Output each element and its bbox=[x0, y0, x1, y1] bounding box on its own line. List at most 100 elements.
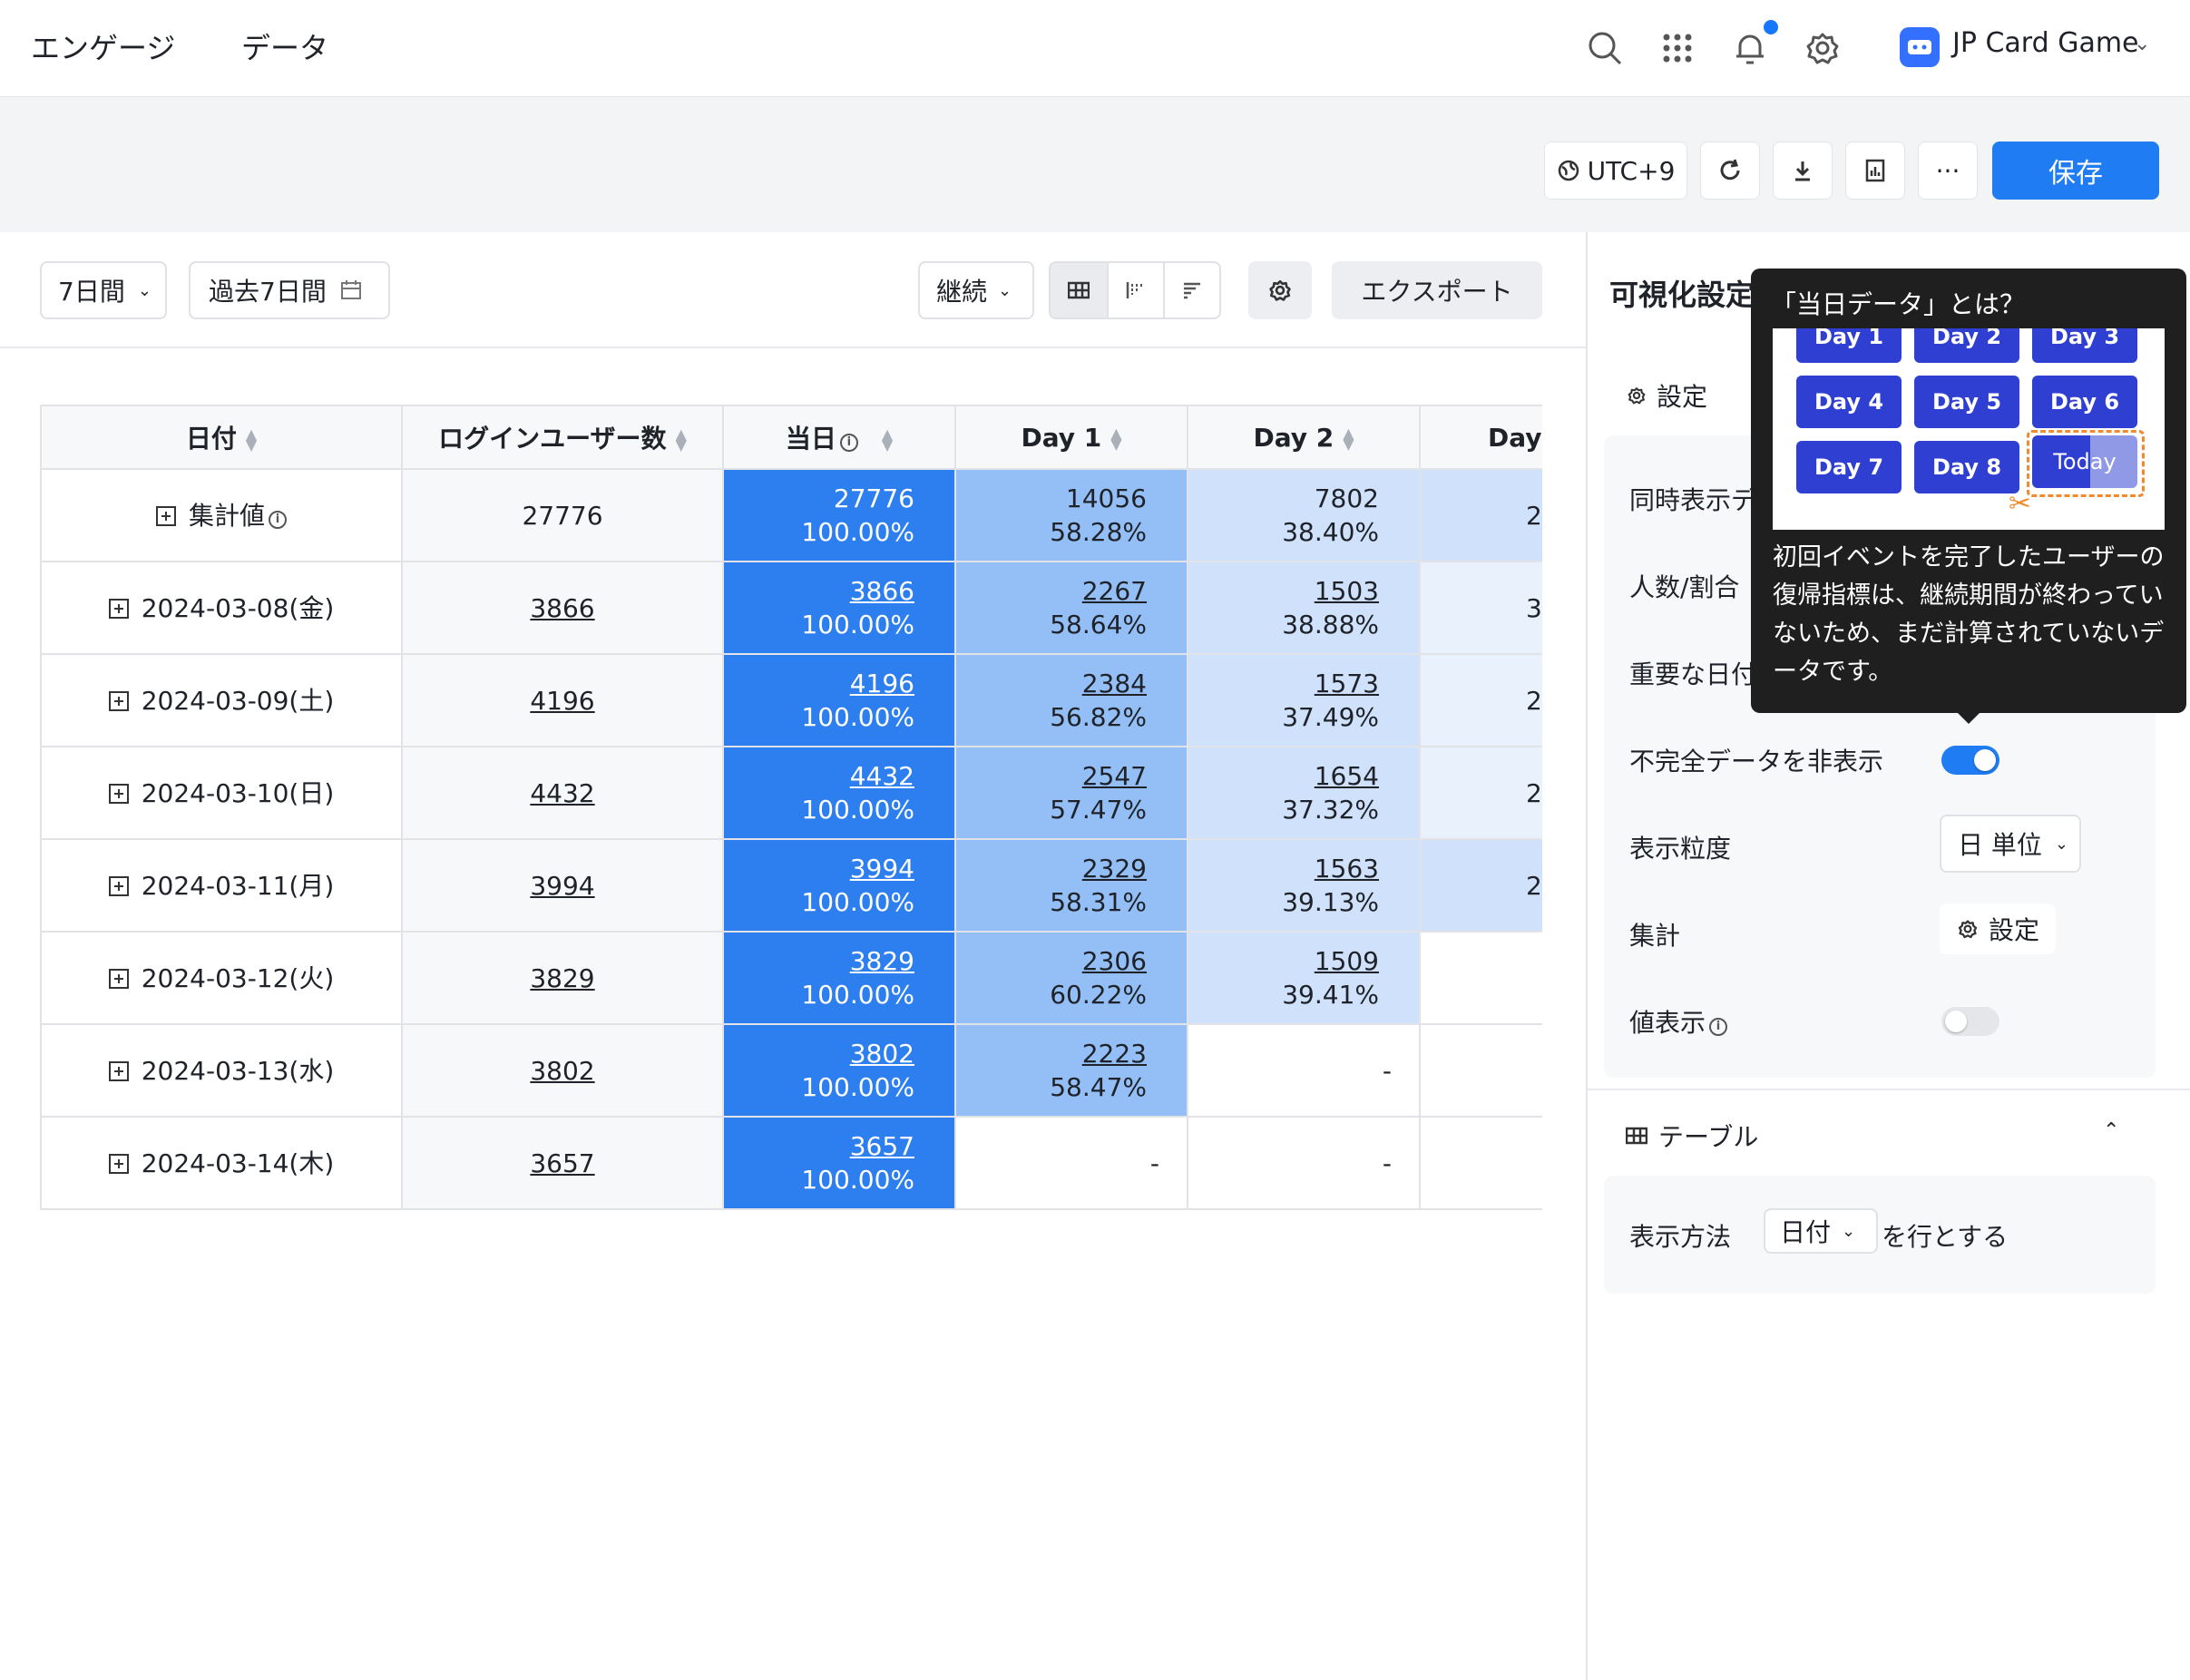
bell-icon[interactable] bbox=[1729, 27, 1771, 69]
day2-cell[interactable]: 1573 37.49% bbox=[1187, 653, 1421, 747]
day3-cell bbox=[1419, 1023, 1542, 1118]
chevron-down-icon[interactable]: ⌄ bbox=[2134, 33, 2150, 55]
expand-icon[interactable] bbox=[108, 1153, 129, 1174]
day-box: Day 7 bbox=[1796, 441, 1902, 493]
download-icon bbox=[1795, 161, 1810, 181]
download-button[interactable] bbox=[1773, 142, 1833, 200]
hide-incomplete-label: 不完全データを非表示 bbox=[1629, 747, 1884, 777]
range-value: 7日間 bbox=[58, 277, 125, 307]
export-button[interactable]: エクスポート bbox=[1332, 261, 1542, 319]
chevron-up-icon[interactable]: ⌃ bbox=[2103, 1119, 2119, 1142]
nav-engage[interactable]: エンゲージ bbox=[31, 25, 175, 67]
mode-select[interactable]: 継続 ⌄ bbox=[918, 261, 1034, 319]
chevron-down-icon: ⌄ bbox=[1842, 1221, 1856, 1241]
refresh-button[interactable] bbox=[1700, 142, 1760, 200]
date-picker[interactable]: 過去7日間 bbox=[189, 261, 390, 319]
retention-table-wrapper[interactable]: 日付 ▲ ▼ ログインユーザー数 ▲ ▼ 当日 i ▲ ▼ Day 1 ▲ ▼ Day 2 ▲ ▼ D… bbox=[40, 405, 1542, 1212]
waterfall-view-icon[interactable] bbox=[1163, 263, 1219, 317]
column-header-day0[interactable]: 当日 i ▲ ▼ bbox=[722, 405, 956, 470]
day0-cell[interactable]: 4196 100.00% bbox=[722, 653, 956, 747]
timezone-button[interactable]: UTC+9 bbox=[1544, 142, 1687, 200]
info-icon[interactable]: i bbox=[839, 434, 858, 452]
day1-cell[interactable]: 2329 58.31% bbox=[954, 838, 1188, 933]
column-header-day1[interactable]: Day 1 ▲ ▼ bbox=[954, 405, 1188, 470]
row-users-cell[interactable]: 4432 bbox=[401, 746, 724, 840]
gear-icon[interactable] bbox=[1802, 27, 1843, 69]
display-method-select[interactable]: 日付 ⌄ bbox=[1764, 1208, 1878, 1254]
divider bbox=[0, 347, 1586, 348]
table-row: 2024-03-11(月) 3994 3994 100.00% 2329 58.31% 15… bbox=[40, 838, 1542, 933]
date-value: 過去7日間 bbox=[209, 277, 327, 307]
day1-cell[interactable]: 2547 57.47% bbox=[954, 746, 1188, 840]
project-name[interactable]: JP Card Game bbox=[1952, 27, 2139, 59]
expand-icon[interactable] bbox=[155, 505, 176, 526]
day0-cell[interactable]: 3994 100.00% bbox=[722, 838, 956, 933]
gear-icon bbox=[1958, 920, 1978, 939]
row-date-cell[interactable]: 2024-03-13(水) bbox=[40, 1023, 403, 1118]
total-day1-cell: 14056 58.28% bbox=[954, 468, 1188, 562]
expand-icon[interactable] bbox=[108, 875, 129, 896]
row-users-cell[interactable]: 3829 bbox=[401, 931, 724, 1025]
day2-cell[interactable]: 1654 37.32% bbox=[1187, 746, 1421, 840]
row-date-cell[interactable]: 2024-03-10(日) bbox=[40, 746, 403, 840]
day0-cell[interactable]: 3829 100.00% bbox=[722, 931, 956, 1025]
expand-icon[interactable] bbox=[108, 598, 129, 619]
day-box: Day 3 bbox=[2032, 328, 2137, 363]
table-row: 2024-03-10(日) 4432 4432 100.00% 2547 57.47% 16… bbox=[40, 746, 1542, 840]
expand-icon[interactable] bbox=[108, 1060, 129, 1081]
row-users-cell[interactable]: 3802 bbox=[401, 1023, 724, 1118]
row-users-cell[interactable]: 3994 bbox=[401, 838, 724, 933]
display-method-label: 表示方法 bbox=[1629, 1222, 1732, 1252]
main-panel: 7日間 ⌄ 過去7日間 継続 ⌄ エクスポート 日付 ▲ ▼ ログインユーザー数… bbox=[0, 232, 1586, 1680]
divider bbox=[1588, 1089, 2190, 1090]
day0-cell[interactable]: 4432 100.00% bbox=[722, 746, 956, 840]
more-button[interactable]: ··· bbox=[1918, 142, 1978, 200]
aggregate-settings-button[interactable]: 設定 bbox=[1940, 903, 2056, 954]
expand-icon[interactable] bbox=[108, 968, 129, 989]
apps-grid-icon[interactable] bbox=[1657, 27, 1698, 69]
search-icon[interactable] bbox=[1584, 27, 1626, 69]
show-values-toggle[interactable] bbox=[1941, 1007, 1999, 1036]
row-date-cell[interactable]: 2024-03-09(土) bbox=[40, 653, 403, 747]
day1-cell[interactable]: 2223 58.47% bbox=[954, 1023, 1188, 1118]
day0-cell[interactable]: 3802 100.00% bbox=[722, 1023, 956, 1118]
column-header-users[interactable]: ログインユーザー数 ▲ ▼ bbox=[401, 405, 724, 470]
column-header-date[interactable]: 日付 ▲ ▼ bbox=[40, 405, 403, 470]
day2-cell[interactable]: 1503 38.88% bbox=[1187, 561, 1421, 655]
gear-icon bbox=[1628, 387, 1646, 405]
day1-cell[interactable]: 2384 56.82% bbox=[954, 653, 1188, 747]
expand-icon[interactable] bbox=[108, 690, 129, 711]
range-select[interactable]: 7日間 ⌄ bbox=[40, 261, 167, 319]
save-button[interactable]: 保存 bbox=[1992, 142, 2159, 200]
granularity-select[interactable]: 日 単位 ⌄ bbox=[1940, 815, 2081, 873]
day1-cell[interactable]: 2267 58.64% bbox=[954, 561, 1188, 655]
report-button[interactable] bbox=[1845, 142, 1905, 200]
row-date-cell[interactable]: 2024-03-11(月) bbox=[40, 838, 403, 933]
day0-cell[interactable]: 3657 100.00% bbox=[722, 1116, 956, 1210]
table-view-icon[interactable] bbox=[1051, 263, 1107, 317]
table-settings-button[interactable] bbox=[1248, 261, 1312, 319]
day2-cell[interactable]: 1509 39.41% bbox=[1187, 931, 1421, 1025]
sort-icon: ▲ ▼ bbox=[245, 425, 258, 454]
settings-section-header[interactable]: 設定 bbox=[1626, 377, 1707, 414]
row-date-cell[interactable]: 2024-03-12(火) bbox=[40, 931, 403, 1025]
table-section-header[interactable]: テーブル bbox=[1626, 1118, 1758, 1154]
info-icon[interactable]: i bbox=[269, 510, 287, 529]
total-label-cell[interactable]: 集計値 i bbox=[40, 468, 403, 562]
today-data-tooltip: 「当日データ」とは？ Day 1 Day 2 Day 3 Day 4 Day 5… bbox=[1751, 269, 2186, 713]
nav-data[interactable]: データ bbox=[241, 25, 328, 67]
day2-cell[interactable]: 1563 39.13% bbox=[1187, 838, 1421, 933]
info-icon[interactable]: i bbox=[1709, 1018, 1728, 1036]
row-date-cell[interactable]: 2024-03-14(木) bbox=[40, 1116, 403, 1210]
row-users-cell[interactable]: 4196 bbox=[401, 653, 724, 747]
day1-cell[interactable]: 2306 60.22% bbox=[954, 931, 1188, 1025]
column-header-day2[interactable]: Day 2 ▲ ▼ bbox=[1187, 405, 1421, 470]
bar-view-icon[interactable] bbox=[1107, 263, 1163, 317]
column-header-day3[interactable]: Day 3 bbox=[1419, 405, 1542, 470]
row-users-cell[interactable]: 3657 bbox=[401, 1116, 724, 1210]
hide-incomplete-toggle[interactable] bbox=[1941, 746, 1999, 775]
row-users-cell[interactable]: 3866 bbox=[401, 561, 724, 655]
day0-cell[interactable]: 3866 100.00% bbox=[722, 561, 956, 655]
row-date-cell[interactable]: 2024-03-08(金) bbox=[40, 561, 403, 655]
expand-icon[interactable] bbox=[108, 783, 129, 804]
